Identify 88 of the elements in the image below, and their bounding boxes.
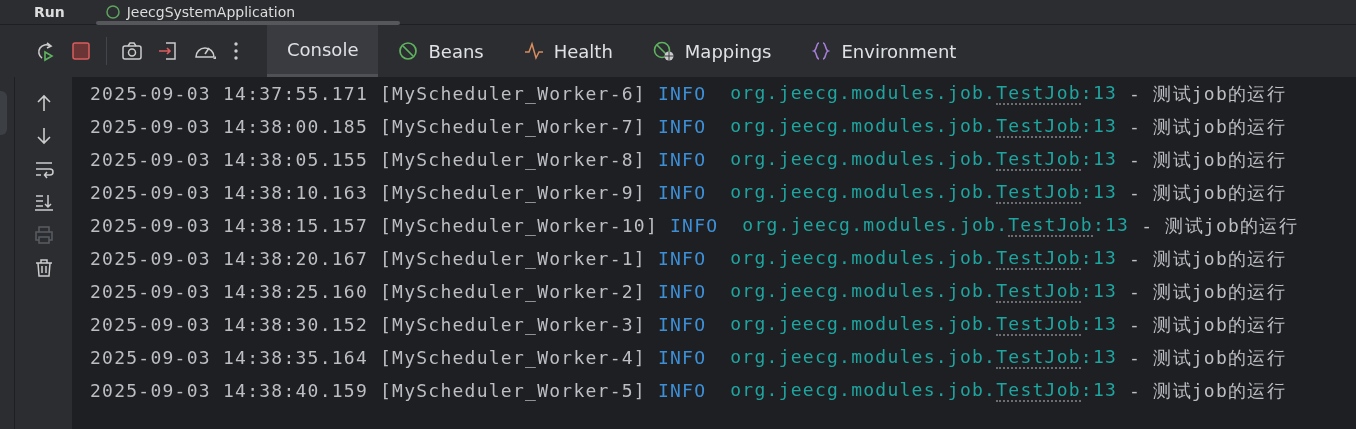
class-link[interactable]: TestJob [996,82,1081,105]
exit-button[interactable] [157,40,179,62]
class-link[interactable]: TestJob [996,247,1081,270]
log-level: INFO [657,380,707,401]
log-logger: org.jeecg.modules.job. [730,346,997,369]
tab[interactable]: Mappings [632,25,792,77]
class-link[interactable]: TestJob [1008,214,1093,237]
prohibited-circle-icon [398,41,419,61]
log-line-number: :13 [1080,82,1118,105]
class-link[interactable]: TestJob [996,346,1081,369]
log-message: - 测试job的运行 [1129,147,1286,172]
log-timestamp: 2025-09-03 14:38:40.159 [90,380,368,401]
camera-button[interactable] [121,40,143,62]
log-message: - 测试job的运行 [1129,246,1286,271]
log-thread: [MyScheduler_Worker-8] [380,149,646,170]
log-level: INFO [657,248,707,269]
more-button[interactable] [231,40,241,62]
log-level: INFO [657,347,707,368]
soft-wrap-icon[interactable] [33,159,54,179]
trash-icon[interactable] [33,258,54,278]
log-level: INFO [657,314,707,335]
log-line-number: :13 [1080,247,1118,270]
log-thread: [MyScheduler_Worker-9] [380,182,646,203]
class-link[interactable]: TestJob [996,115,1081,138]
log-timestamp: 2025-09-03 14:38:20.167 [90,248,368,269]
log-level: INFO [657,116,707,137]
log-logger: org.jeecg.modules.job. [730,280,997,303]
log-message: - 测试job的运行 [1141,213,1298,238]
log-thread: [MyScheduler_Worker-10] [380,215,658,236]
class-link[interactable]: TestJob [996,148,1081,171]
log-timestamp: 2025-09-03 14:38:00.185 [90,116,368,137]
log-line-number: :13 [1080,115,1118,138]
log-logger: org.jeecg.modules.job. [730,115,997,138]
panel-title: Run [34,4,65,20]
pulse-line-icon [523,41,544,61]
log-timestamp: 2025-09-03 14:38:10.163 [90,182,368,203]
scroll-to-end-icon[interactable] [33,192,54,212]
log-timestamp: 2025-09-03 14:38:15.157 [90,215,368,236]
log-timestamp: 2025-09-03 14:38:35.164 [90,347,368,368]
log-message: - 测试job的运行 [1129,180,1286,205]
log-timestamp: 2025-09-03 14:38:25.160 [90,281,368,302]
log-timestamp: 2025-09-03 14:37:55.171 [90,83,368,104]
log-logger: org.jeecg.modules.job. [730,181,997,204]
log-line-number: :13 [1080,181,1118,204]
log-line-number: :13 [1080,346,1118,369]
log-logger: org.jeecg.modules.job. [730,82,997,105]
log-level: INFO [657,182,707,203]
log-thread: [MyScheduler_Worker-1] [380,248,646,269]
log-line-number: :13 [1080,313,1118,336]
tab[interactable]: Health [503,25,633,77]
log-logger: org.jeecg.modules.job. [742,214,1009,237]
run-config-tab[interactable]: JeecgSystemApplication [104,4,296,20]
log-thread: [MyScheduler_Worker-2] [380,281,646,302]
log-line-number: :13 [1080,148,1118,171]
log-line-number: :13 [1080,280,1118,303]
class-link[interactable]: TestJob [996,181,1081,204]
log-thread: [MyScheduler_Worker-7] [380,116,646,137]
log-logger: org.jeecg.modules.job. [730,247,997,270]
log-level: INFO [670,215,719,236]
tab[interactable]: Beans [378,25,504,77]
log-level: INFO [657,149,707,170]
globe-circle-icon [652,41,675,61]
log-thread: [MyScheduler_Worker-3] [380,314,646,335]
log-thread: [MyScheduler_Worker-4] [380,347,646,368]
log-message: - 测试job的运行 [1129,114,1286,139]
tab[interactable]: Console [267,25,379,77]
log-timestamp: 2025-09-03 14:38:30.152 [90,314,368,335]
log-line-number: :13 [1080,379,1118,402]
log-thread: [MyScheduler_Worker-6] [380,83,646,104]
class-link[interactable]: TestJob [996,379,1081,402]
log-thread: [MyScheduler_Worker-5] [380,380,646,401]
log-level: INFO [657,83,707,104]
log-message: - 测试job的运行 [1129,81,1286,106]
log-message: - 测试job的运行 [1129,345,1286,370]
log-level: INFO [657,281,707,302]
class-link[interactable]: TestJob [996,280,1081,303]
log-message: - 测试job的运行 [1129,378,1286,403]
class-link[interactable]: TestJob [996,313,1081,336]
log-logger: org.jeecg.modules.job. [730,313,997,336]
log-line-number: :13 [1092,214,1130,237]
log-message: - 测试job的运行 [1129,312,1286,337]
curly-braces-icon [811,41,832,61]
log-logger: org.jeecg.modules.job. [730,148,997,171]
log-timestamp: 2025-09-03 14:38:05.155 [90,149,368,170]
stop-button[interactable] [70,40,92,62]
log-logger: org.jeecg.modules.job. [730,379,997,402]
log-message: - 测试job的运行 [1129,279,1286,304]
tab[interactable]: Environment [791,25,977,77]
